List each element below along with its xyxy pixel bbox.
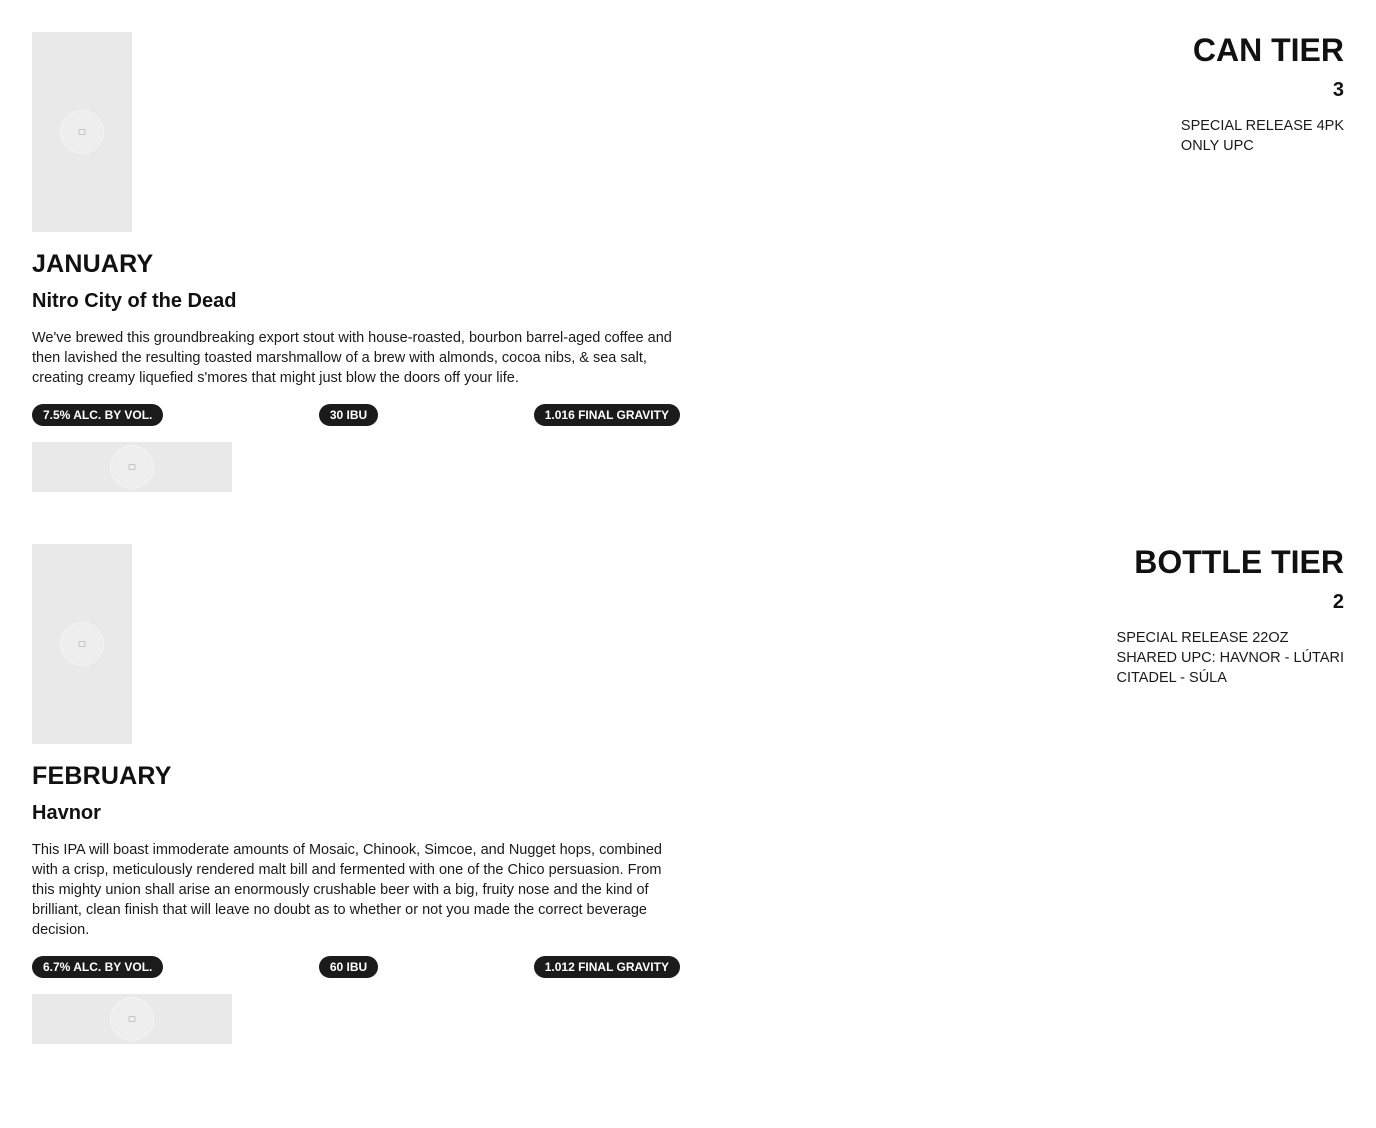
tier-title: BOTTLE TIER — [1134, 544, 1344, 580]
tier-number: 3 — [1332, 79, 1344, 101]
tier-info: CAN TIER 3 SPECIAL RELEASE 4PK ONLY UPC — [1181, 32, 1344, 156]
tier-number: 2 — [1332, 591, 1344, 613]
tier-note-line: CITADEL - SÚLA — [1116, 670, 1227, 686]
release-details: FEBRUARY Havnor This IPA will boast immo… — [32, 544, 680, 1044]
image-placeholder-icon — [78, 129, 86, 135]
beer-stats: 7.5% ALC. BY VOL. 30 IBU 1.016 FINAL GRA… — [32, 404, 680, 428]
image-placeholder-icon — [128, 1016, 136, 1022]
image-placeholder-icon — [78, 641, 86, 647]
tier-note-line: SPECIAL RELEASE 4PK — [1180, 118, 1344, 134]
can-image-placeholder — [32, 32, 132, 232]
beer-description: This IPA will boast immoderate amounts o… — [32, 842, 662, 938]
abv-badge: 6.7% ALC. BY VOL. — [32, 956, 164, 978]
tier-title: CAN TIER — [1192, 32, 1344, 68]
abv-badge: 7.5% ALC. BY VOL. — [32, 404, 164, 426]
loading-ring-icon — [110, 997, 154, 1041]
label-image-placeholder — [32, 442, 232, 492]
bottle-image-placeholder — [32, 544, 132, 744]
final-gravity-badge: 1.016 FINAL GRAVITY — [533, 404, 680, 426]
tier-note-line: SPECIAL RELEASE 22OZ — [1116, 630, 1289, 646]
tier-info: BOTTLE TIER 2 SPECIAL RELEASE 22OZ SHARE… — [1117, 544, 1344, 688]
image-placeholder-icon — [128, 464, 136, 470]
tier-note: SPECIAL RELEASE 4PK ONLY UPC — [1181, 116, 1344, 156]
tier-note-line: SHARED UPC: HAVNOR - LÚTARI — [1116, 650, 1344, 666]
loading-ring-icon — [60, 622, 104, 666]
beer-name: Havnor — [32, 802, 101, 824]
beer-name: Nitro City of the Dead — [32, 290, 237, 312]
final-gravity-badge: 1.012 FINAL GRAVITY — [533, 956, 680, 978]
tier-note: SPECIAL RELEASE 22OZ SHARED UPC: HAVNOR … — [1117, 628, 1344, 688]
release-month: FEBRUARY — [32, 762, 172, 790]
release-month: JANUARY — [32, 250, 154, 278]
ibu-badge: 60 IBU — [318, 956, 379, 978]
loading-ring-icon — [110, 445, 154, 489]
label-image-placeholder — [32, 994, 232, 1044]
release-details: JANUARY Nitro City of the Dead We've bre… — [32, 32, 680, 492]
ibu-badge: 30 IBU — [318, 404, 379, 426]
beer-description: We've brewed this groundbreaking export … — [32, 330, 672, 386]
tier-note-line: ONLY UPC — [1180, 138, 1254, 154]
loading-ring-icon — [60, 110, 104, 154]
beer-stats: 6.7% ALC. BY VOL. 60 IBU 1.012 FINAL GRA… — [32, 956, 680, 980]
